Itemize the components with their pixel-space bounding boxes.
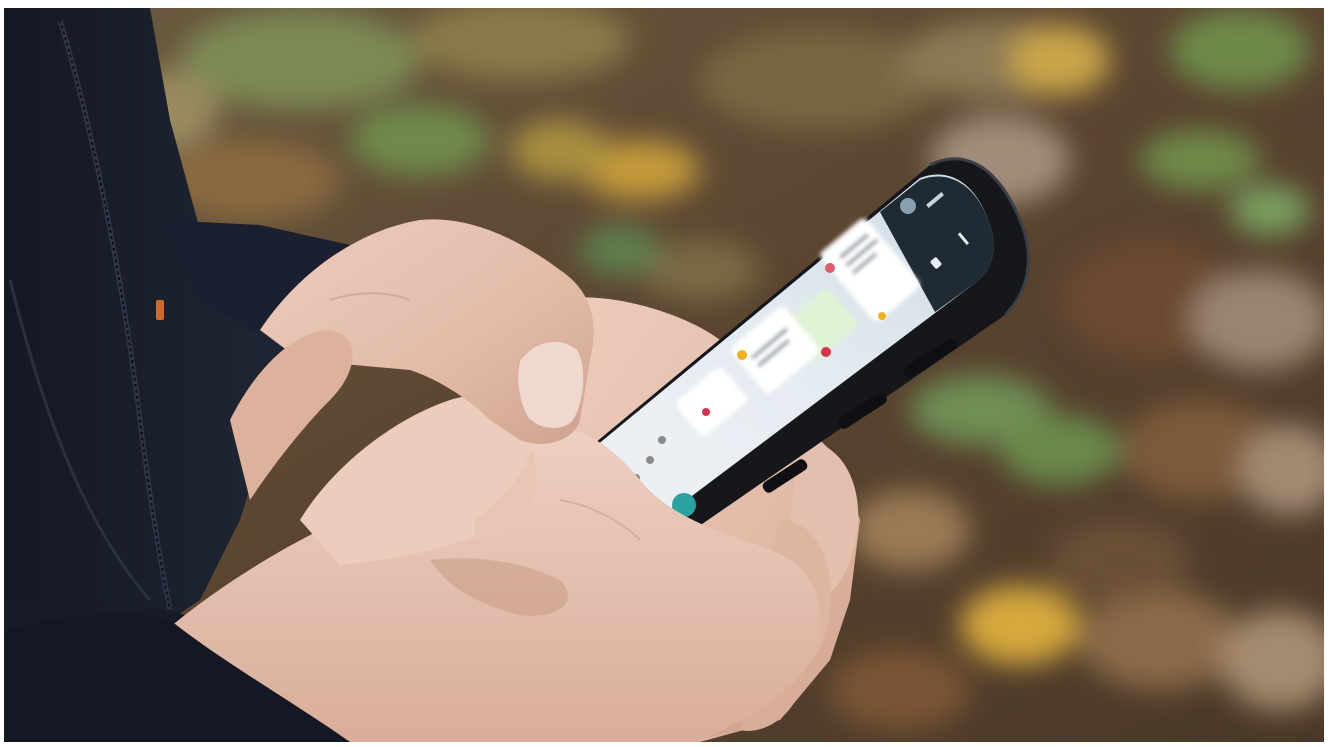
photo-scene	[0, 0, 1330, 747]
fingernail	[517, 340, 585, 429]
contact-avatar	[900, 198, 916, 214]
